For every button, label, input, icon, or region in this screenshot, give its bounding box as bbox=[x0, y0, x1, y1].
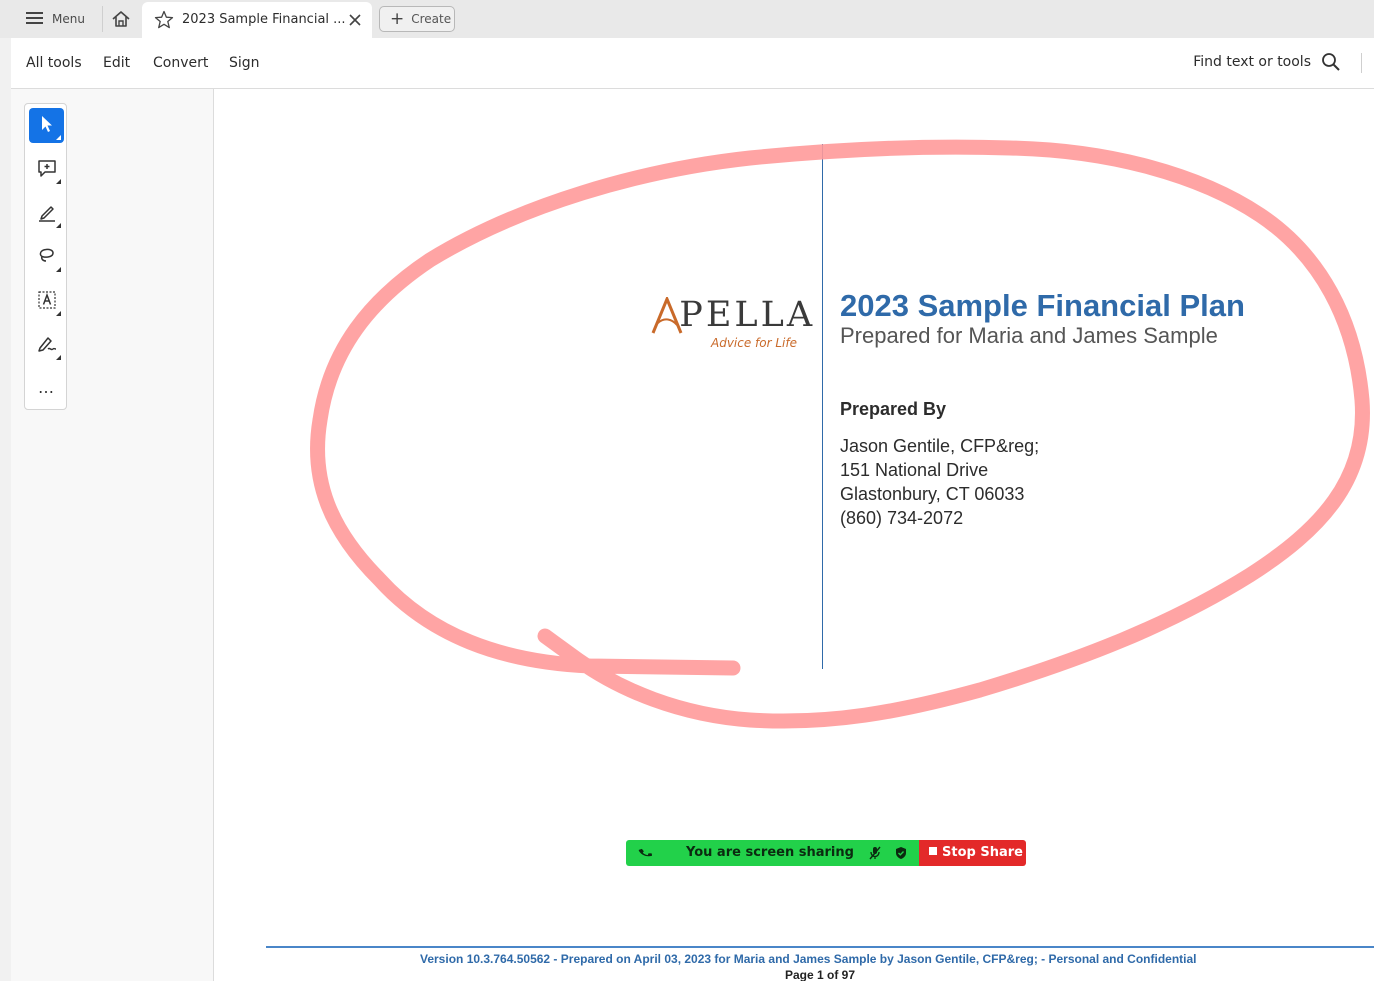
phone-icon bbox=[638, 845, 653, 864]
stop-share-button[interactable]: Stop Share bbox=[919, 840, 1026, 866]
apella-logo-text: APELLA bbox=[651, 295, 815, 335]
logo-tagline: Advice for Life bbox=[711, 336, 797, 350]
highlight-tool[interactable] bbox=[29, 196, 64, 231]
create-label: Create bbox=[411, 12, 452, 26]
select-icon bbox=[39, 115, 55, 137]
screen-share-status: You are screen sharing bbox=[626, 840, 919, 866]
footer-version-text: Version 10.3.764.50562 - Prepared on Apr… bbox=[420, 952, 1197, 966]
screen-share-bar: You are screen sharing Stop Share bbox=[626, 840, 1026, 866]
tab-document[interactable]: 2023 Sample Financial ... bbox=[142, 2, 372, 38]
add-comment-icon bbox=[37, 158, 57, 182]
close-icon[interactable] bbox=[348, 12, 362, 31]
add-comment-tool[interactable] bbox=[29, 152, 64, 187]
tool-rail: … bbox=[24, 103, 67, 410]
tool-flyout-indicator bbox=[56, 311, 61, 316]
home-button[interactable] bbox=[110, 8, 132, 30]
app-window: Menu 2023 Sample Financial ... + Create … bbox=[0, 0, 1374, 981]
mic-muted-icon[interactable] bbox=[868, 845, 882, 864]
find-text-or-tools[interactable]: Find text or tools bbox=[1193, 54, 1311, 70]
tab-title: 2023 Sample Financial ... bbox=[182, 12, 346, 27]
toolbar-all-tools[interactable]: All tools bbox=[26, 55, 82, 71]
stop-icon bbox=[929, 847, 937, 855]
toolbar-convert[interactable]: Convert bbox=[153, 55, 208, 71]
more-icon: … bbox=[38, 377, 55, 397]
select-tool[interactable] bbox=[29, 108, 64, 143]
screen-sharing-text: You are screen sharing bbox=[686, 845, 854, 860]
tool-flyout-indicator bbox=[56, 179, 61, 184]
text-select-icon bbox=[37, 290, 57, 314]
highlight-pen-icon bbox=[37, 202, 57, 226]
title-divider-line bbox=[822, 144, 823, 669]
menu-button[interactable]: Menu bbox=[26, 8, 85, 30]
toolbar-sign[interactable]: Sign bbox=[229, 55, 260, 71]
lasso-icon bbox=[37, 246, 57, 270]
footer-rule bbox=[266, 946, 1374, 948]
left-edge bbox=[0, 38, 11, 981]
sign-icon bbox=[36, 334, 58, 358]
tool-flyout-indicator bbox=[56, 355, 61, 360]
tool-flyout-indicator bbox=[56, 223, 61, 228]
tabbar-divider bbox=[102, 6, 103, 32]
more-tools[interactable]: … bbox=[29, 370, 64, 405]
toolbar-divider bbox=[1361, 53, 1362, 73]
tool-flyout-indicator bbox=[56, 135, 61, 140]
main-toolbar: All tools Edit Convert Sign Find text or… bbox=[11, 38, 1374, 89]
apella-logo-wordmark: PELLA bbox=[679, 295, 816, 335]
preparer-name: Jason Gentile, CFP&reg; bbox=[840, 436, 1040, 456]
tab-bar: Menu 2023 Sample Financial ... + Create bbox=[0, 0, 1374, 38]
left-panel: … bbox=[11, 89, 214, 981]
star-icon[interactable] bbox=[154, 10, 174, 34]
create-button[interactable]: + Create bbox=[379, 6, 455, 32]
stop-share-label: Stop Share bbox=[942, 845, 1023, 860]
preparer-city: Glastonbury, CT 06033 bbox=[840, 484, 1025, 504]
hamburger-icon bbox=[26, 11, 44, 28]
toolbar-edit[interactable]: Edit bbox=[103, 55, 130, 71]
tool-flyout-indicator bbox=[56, 267, 61, 272]
home-icon bbox=[110, 11, 132, 34]
shield-icon bbox=[894, 845, 908, 864]
document-title: 2023 Sample Financial Plan bbox=[840, 288, 1245, 323]
preparer-street: 151 National Drive bbox=[840, 460, 989, 480]
page-number: Page 1 of 97 bbox=[785, 968, 856, 981]
search-icon[interactable] bbox=[1321, 52, 1341, 76]
menu-label: Menu bbox=[52, 12, 85, 26]
prepared-by-heading: Prepared By bbox=[840, 399, 947, 419]
document-subtitle: Prepared for Maria and James Sample bbox=[840, 323, 1218, 348]
sign-tool[interactable] bbox=[29, 328, 64, 363]
draw-tool[interactable] bbox=[29, 240, 64, 275]
preparer-phone: (860) 734-2072 bbox=[840, 508, 964, 528]
plus-icon: + bbox=[390, 8, 405, 29]
text-tool[interactable] bbox=[29, 284, 64, 319]
